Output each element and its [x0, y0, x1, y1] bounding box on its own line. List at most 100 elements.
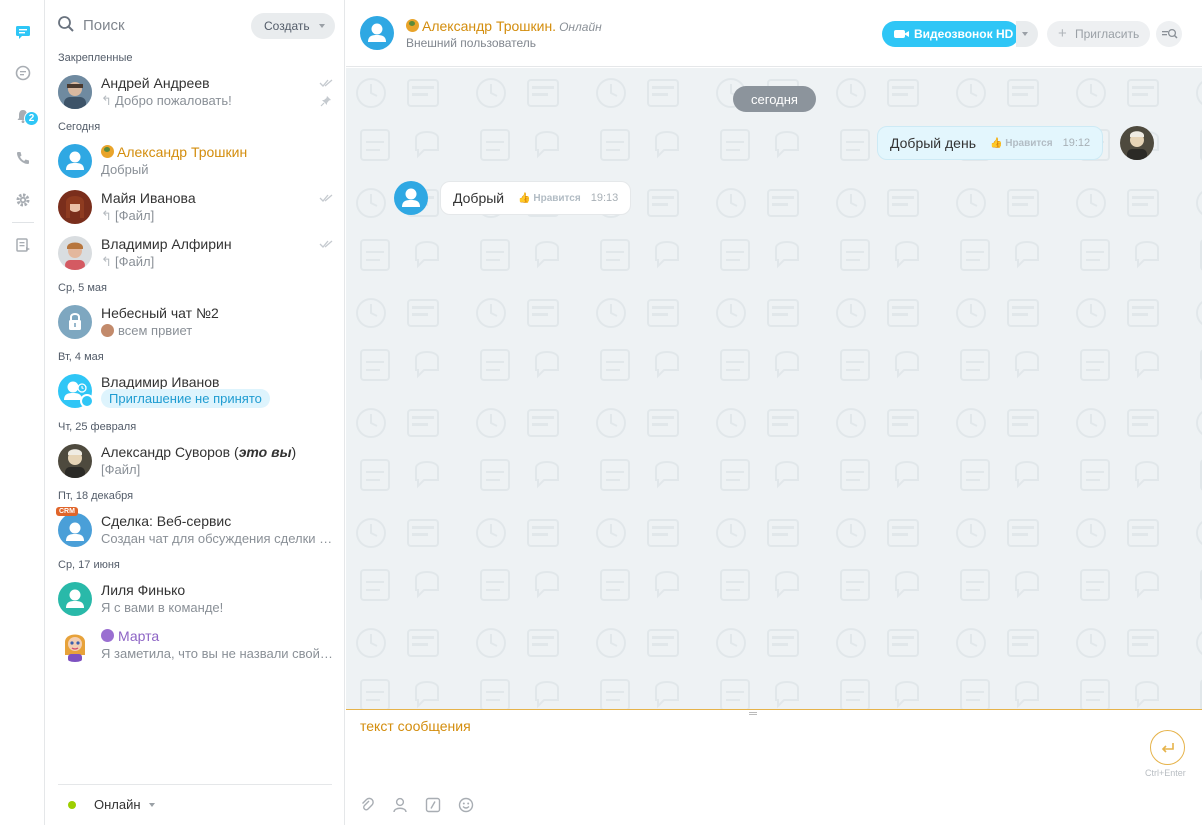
invite-status-icon [80, 394, 94, 408]
globe-icon [101, 145, 114, 158]
chat-item-name: Александр Трошкин [101, 144, 247, 160]
chat-item-marta[interactable]: Марта Я заметила, что вы не назвали свой… [45, 622, 345, 668]
chat-item-name: Владимир Алфирин [101, 236, 232, 252]
chat-item-preview: всем првиет [101, 323, 336, 338]
chevron-down-icon [149, 803, 155, 807]
chat-item-nebesny-chat[interactable]: Небесный чат №2 всем првиет [45, 299, 345, 345]
message-input[interactable] [360, 718, 1120, 778]
group-label-wed-may-5: Ср, 5 мая [58, 282, 107, 294]
search-icon [58, 16, 74, 32]
my-avatar[interactable] [1120, 126, 1154, 160]
chat-item-preview: Добрый [101, 162, 149, 177]
chat-item-deal-web-service[interactable]: CRM Сделка: Веб-сервис Создан чат для об… [45, 507, 345, 553]
chat-item-preview: ↰ [Файл] [101, 208, 155, 223]
attach-file-button[interactable] [358, 796, 376, 814]
chat-item-alexander-troshkin[interactable]: Александр Трошкин Добрый [45, 138, 345, 184]
chat-item-name: Марта [101, 628, 159, 644]
chat-item-preview: [Файл] [101, 462, 141, 477]
notification-badge: 2 [24, 111, 39, 126]
rail-chat-button[interactable] [0, 17, 45, 47]
crm-tag: CRM [56, 507, 78, 516]
chat-item-preview: Создан чат для обсуждения сделки «Веб-се… [101, 531, 336, 546]
group-label-wed-jun-17: Ср, 17 июня [58, 559, 120, 571]
group-label-tue-may-4: Вт, 4 мая [58, 351, 104, 363]
chat-item-vladimir-ivanov[interactable]: Владимир Иванов Приглашение не принято [45, 368, 345, 414]
message-time: 19:13 [590, 192, 619, 204]
create-button[interactable]: Создать [251, 13, 335, 39]
globe-icon [406, 19, 419, 32]
background-pattern [346, 68, 1202, 709]
status-selector[interactable]: Онлайн [58, 784, 332, 824]
chat-item-name: Майя Иванова [101, 190, 196, 206]
video-call-button[interactable]: Видеозвонок HD [882, 21, 1019, 47]
chat-item-vladimir-alfirin[interactable]: Владимир Алфирин ↰ [Файл] [45, 230, 345, 276]
avatar [58, 628, 92, 662]
rail-channels-button[interactable] [0, 58, 45, 88]
resize-grip[interactable] [749, 712, 757, 715]
recent-chats-panel: Создать Закрепленные Андрей Андреев ↰Доб… [45, 0, 345, 825]
rail-phone-button[interactable] [0, 143, 45, 173]
tasks-icon [15, 238, 30, 252]
group-label-pinned: Закрепленные [58, 52, 133, 64]
avatar [58, 582, 92, 616]
rail-notifications-button[interactable]: 2 [0, 101, 45, 131]
message-incoming[interactable]: Добрый 👍 Нравится 19:13 [440, 181, 632, 215]
slash-command-icon [425, 797, 441, 813]
create-button-label: Создать [264, 19, 310, 33]
message-outgoing[interactable]: Добрый день 👍 Нравится 19:12 [877, 126, 1104, 160]
search-history-button[interactable] [1156, 21, 1182, 47]
camera-icon [894, 30, 909, 38]
avatar [58, 444, 92, 478]
mention-user-button[interactable] [391, 796, 409, 814]
chat-description: Внешний пользователь [406, 36, 537, 50]
chat-item-name: Владимир Иванов [101, 374, 220, 390]
chat-item-alexander-suvorov[interactable]: Александр Суворов (это вы) [Файл] [45, 438, 345, 484]
like-button[interactable]: 👍 Нравится [990, 138, 1053, 149]
online-status-dot [68, 801, 76, 809]
video-call-menu-button[interactable] [1016, 21, 1038, 47]
channels-icon [15, 65, 30, 81]
emoji-button[interactable] [457, 796, 475, 814]
author-avatar [101, 324, 114, 337]
user-icon [393, 797, 407, 813]
status-label: Онлайн [94, 797, 141, 812]
chevron-down-icon [319, 24, 325, 28]
pin-icon [320, 96, 331, 107]
send-button[interactable] [1150, 730, 1185, 765]
phone-icon [16, 152, 29, 164]
chat-item-lilya-finko[interactable]: Лиля Финько Я с вами в команде! [45, 576, 345, 622]
read-check-icon [319, 79, 333, 87]
chat-header: Александр Трошкин. Онлайн Внешний пользов… [346, 0, 1202, 67]
message-time: 19:12 [1062, 137, 1091, 149]
group-label-today: Сегодня [58, 121, 101, 133]
video-call-label: Видеозвонок HD [914, 27, 1014, 41]
chat-avatar[interactable] [360, 16, 394, 50]
invite-button[interactable]: + Пригласить [1047, 21, 1150, 47]
chat-online-status: Онлайн [559, 20, 602, 34]
smile-icon [458, 797, 474, 813]
paperclip-icon [362, 797, 374, 811]
reply-icon: ↰ [101, 93, 112, 108]
message-text: Добрый день [890, 135, 976, 151]
sender-avatar[interactable] [394, 181, 428, 215]
message-list: сегодня Добрый день 👍 Нравится 19:12 Доб… [346, 68, 1202, 709]
chat-icon [15, 26, 30, 39]
chat-item-preview: Я заметила, что вы не назвали свой отдел [101, 646, 336, 661]
avatar [58, 144, 92, 178]
send-enter-icon [1161, 742, 1174, 753]
chat-item-preview: Я с вами в команде! [101, 600, 224, 615]
chat-item-name: Лиля Финько [101, 582, 186, 598]
chat-item-maya-ivanova[interactable]: Майя Иванова ↰ [Файл] [45, 184, 345, 230]
read-check-icon [319, 194, 333, 202]
search-input[interactable] [83, 14, 233, 36]
slash-command-button[interactable] [424, 796, 442, 814]
rail-tasks-button[interactable] [0, 230, 45, 260]
avatar [58, 305, 92, 339]
rail-settings-button[interactable] [0, 185, 45, 215]
chat-item-andrey-andreev[interactable]: Андрей Андреев ↰ Добро пожаловать! [45, 69, 345, 115]
reply-icon: ↰ [101, 254, 112, 269]
message-composer: Ctrl+Enter [346, 709, 1202, 825]
like-button[interactable]: 👍 Нравится [518, 193, 581, 204]
rail-divider [12, 222, 34, 223]
chat-title[interactable]: Александр Трошкин. Онлайн [406, 18, 602, 34]
